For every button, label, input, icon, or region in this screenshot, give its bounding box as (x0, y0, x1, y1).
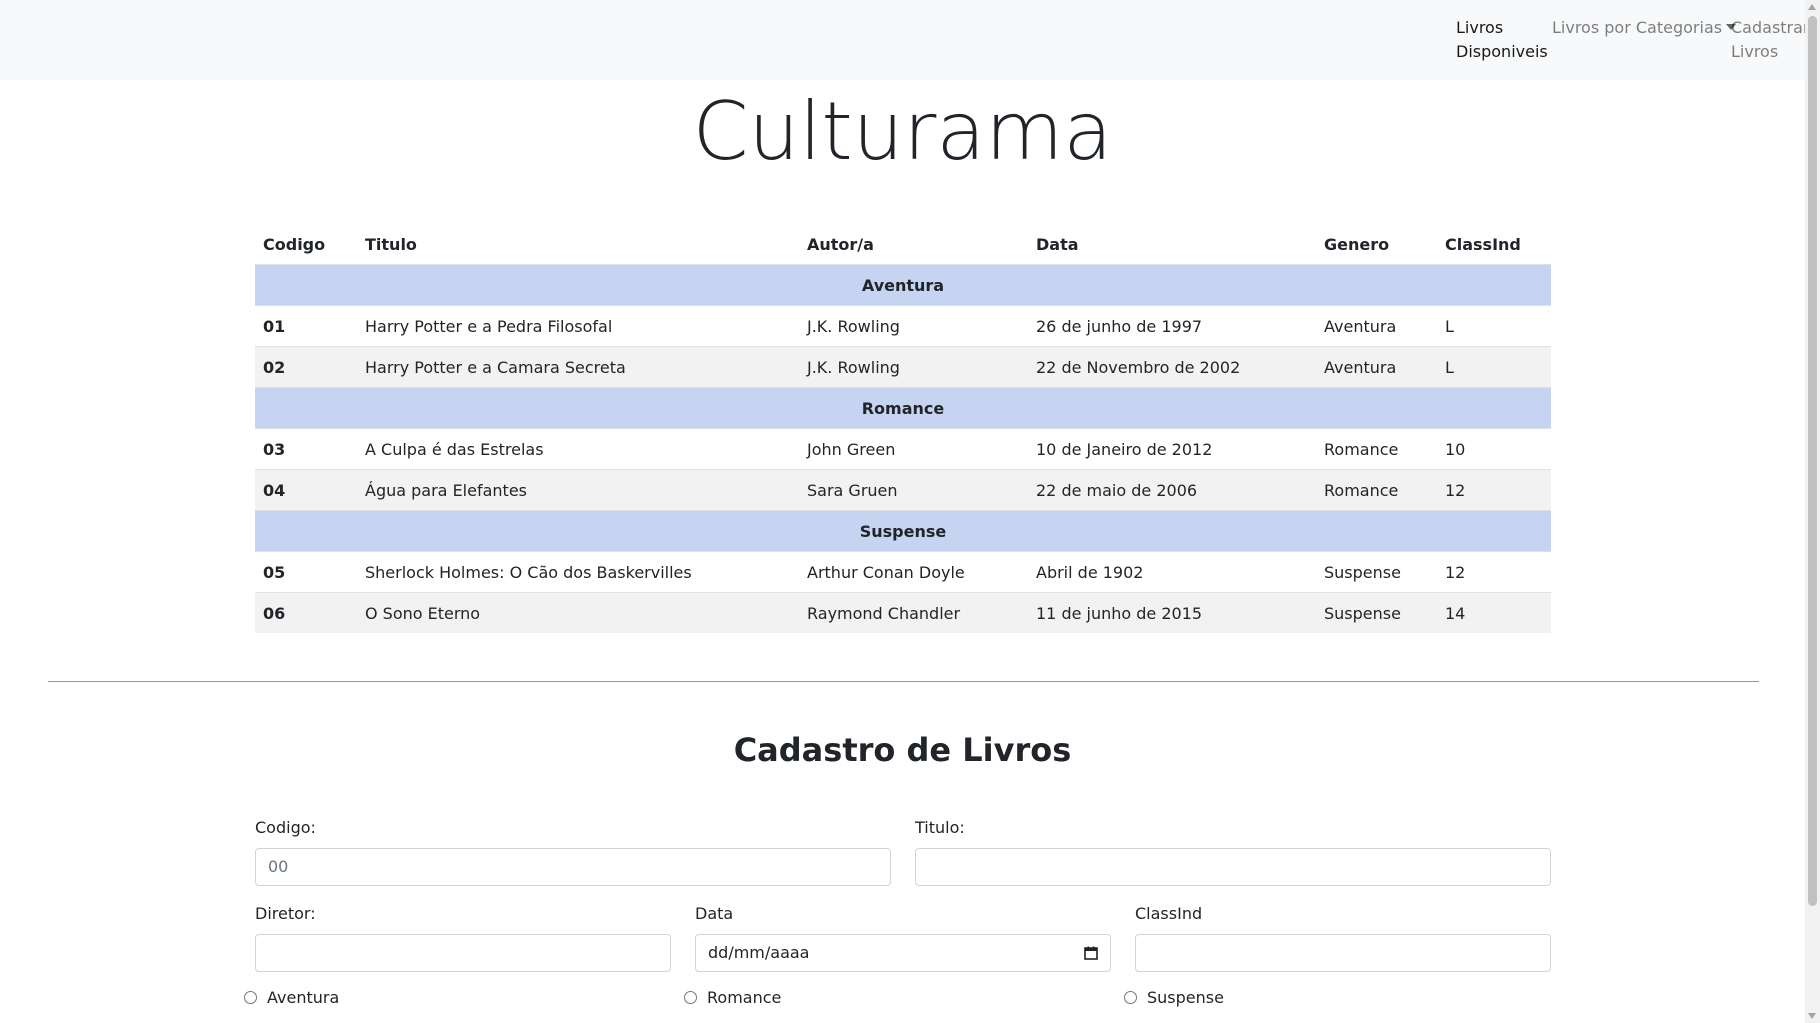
cell-genero: Romance (1316, 428, 1437, 470)
form-title: Cadastro de Livros (733, 731, 1072, 769)
cell-autor: John Green (799, 428, 1028, 470)
diretor-label: Diretor: (255, 904, 316, 923)
category-label: Suspense (255, 510, 1551, 552)
table-row: 03 A Culpa é das Estrelas John Green 10 de … (255, 428, 1551, 470)
cell-titulo: A Culpa é das Estrelas (357, 428, 799, 470)
scroll-down-arrow-icon[interactable] (1808, 1013, 1816, 1019)
codigo-placeholder: 00 (268, 857, 289, 876)
scrollbar-thumb[interactable] (1808, 16, 1817, 906)
cell-genero: Aventura (1316, 346, 1437, 388)
cell-genero: Suspense (1316, 551, 1437, 593)
cell-classind: L (1437, 346, 1551, 388)
cell-codigo: 06 (255, 592, 357, 633)
navbar: Livros Disponiveis Livros por Categorias… (0, 0, 1810, 80)
category-row: Suspense (255, 510, 1551, 552)
nav-livros-por-categorias-dropdown[interactable]: Livros por Categorias (1552, 16, 1737, 40)
column-header-autor: Autor/a (799, 224, 1028, 265)
diretor-input[interactable] (255, 934, 671, 972)
cell-classind: 10 (1437, 428, 1551, 470)
table-body: Aventura 01 Harry Potter e a Pedra Filosof… (255, 264, 1551, 633)
cell-classind: 12 (1437, 469, 1551, 511)
cell-codigo: 04 (255, 469, 357, 511)
cell-autor: Sara Gruen (799, 469, 1028, 511)
nav-livros-disponiveis[interactable]: Livros Disponiveis (1456, 16, 1548, 64)
data-placeholder: dd/mm/aaaa (708, 943, 810, 962)
cell-autor: J.K. Rowling (799, 346, 1028, 388)
cell-autor: Raymond Chandler (799, 592, 1028, 633)
radio-aventura-label: Aventura (267, 988, 340, 1007)
cell-data: 22 de maio de 2006 (1028, 469, 1316, 511)
scroll-up-arrow-icon[interactable] (1808, 4, 1816, 10)
data-label: Data (695, 904, 734, 923)
data-date-input[interactable]: dd/mm/aaaa (695, 934, 1111, 972)
cell-titulo: Sherlock Holmes: O Cão dos Baskervilles (357, 551, 799, 593)
codigo-label: Codigo: (255, 818, 316, 837)
radio-aventura[interactable] (244, 991, 257, 1004)
cell-genero: Suspense (1316, 592, 1437, 633)
cell-classind: 14 (1437, 592, 1551, 633)
column-header-titulo: Titulo (357, 224, 799, 265)
table-row: 04 Água para Elefantes Sara Gruen 22 de mai… (255, 469, 1551, 511)
column-header-data: Data (1028, 224, 1316, 265)
codigo-input[interactable]: 00 (255, 848, 891, 886)
cell-codigo: 05 (255, 551, 357, 593)
category-row: Aventura (255, 264, 1551, 306)
table-row: 05 Sherlock Holmes: O Cão dos Baskerville… (255, 551, 1551, 593)
cell-titulo: Água para Elefantes (357, 469, 799, 511)
table-header-row: Codigo Titulo Autor/a Data Genero ClassI… (255, 224, 1551, 265)
table-row: 02 Harry Potter e a Camara Secreta J.K. Ro… (255, 346, 1551, 388)
cell-titulo: Harry Potter e a Pedra Filosofal (357, 305, 799, 347)
column-header-classind: ClassInd (1437, 224, 1551, 265)
classind-input[interactable] (1135, 934, 1551, 972)
table-row: 06 O Sono Eterno Raymond Chandler 11 de jun… (255, 592, 1551, 633)
titulo-input[interactable] (915, 848, 1551, 886)
radio-suspense[interactable] (1124, 991, 1137, 1004)
cell-data: 10 de Janeiro de 2012 (1028, 428, 1316, 470)
cell-genero: Aventura (1316, 305, 1437, 347)
vertical-scrollbar[interactable] (1805, 0, 1820, 1023)
cell-data: 26 de junho de 1997 (1028, 305, 1316, 347)
cell-classind: L (1437, 305, 1551, 347)
radio-romance-label: Romance (707, 988, 782, 1007)
cell-titulo: Harry Potter e a Camara Secreta (357, 346, 799, 388)
page-title: Culturama (692, 85, 1113, 178)
cell-codigo: 01 (255, 305, 357, 347)
nav-cadastrar-livros[interactable]: Cadastrar Livros (1731, 16, 1810, 64)
books-table: Codigo Titulo Autor/a Data Genero ClassI… (255, 224, 1551, 633)
cell-data: 22 de Novembro de 2002 (1028, 346, 1316, 388)
radio-romance[interactable] (684, 991, 697, 1004)
cell-autor: Arthur Conan Doyle (799, 551, 1028, 593)
column-header-genero: Genero (1316, 224, 1437, 265)
category-row: Romance (255, 387, 1551, 429)
cell-data: Abril de 1902 (1028, 551, 1316, 593)
category-label: Romance (255, 387, 1551, 429)
titulo-label: Titulo: (915, 818, 965, 837)
cell-classind: 12 (1437, 551, 1551, 593)
cell-autor: J.K. Rowling (799, 305, 1028, 347)
nav-livros-disponiveis-line2: Disponiveis (1456, 42, 1548, 61)
cell-genero: Romance (1316, 469, 1437, 511)
calendar-icon[interactable] (1084, 946, 1098, 960)
radio-suspense-label: Suspense (1147, 988, 1224, 1007)
column-header-codigo: Codigo (255, 224, 357, 265)
classind-label: ClassInd (1135, 904, 1203, 923)
category-label: Aventura (255, 264, 1551, 306)
cell-codigo: 02 (255, 346, 357, 388)
table-row: 01 Harry Potter e a Pedra Filosofal J.K. R… (255, 305, 1551, 347)
section-divider (48, 681, 1759, 682)
nav-cadastrar-livros-line2: Livros (1731, 42, 1779, 61)
nav-livros-disponiveis-line1: Livros (1456, 18, 1504, 37)
cell-titulo: O Sono Eterno (357, 592, 799, 633)
cell-codigo: 03 (255, 428, 357, 470)
nav-livros-por-categorias-label: Livros por Categorias (1552, 18, 1723, 37)
nav-cadastrar-livros-line1: Cadastrar (1731, 18, 1810, 37)
cell-data: 11 de junho de 2015 (1028, 592, 1316, 633)
